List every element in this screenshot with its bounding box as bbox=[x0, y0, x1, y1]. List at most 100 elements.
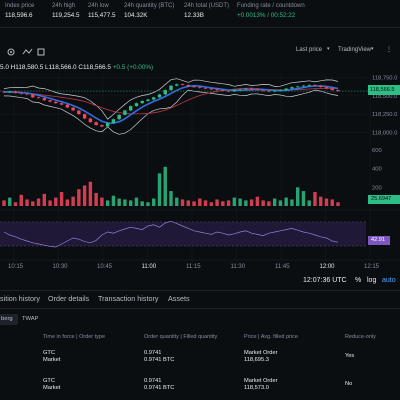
stat-24h-low: 24h low 115,477.5 bbox=[88, 3, 116, 19]
volume-tick-label: 600 bbox=[372, 148, 382, 154]
volume-bar bbox=[272, 198, 277, 206]
volume-bar bbox=[134, 197, 139, 206]
cell-quantity: 0.9741 0.9741 BTC bbox=[144, 350, 174, 364]
volume-bar bbox=[31, 201, 35, 206]
volume-bar bbox=[198, 198, 202, 206]
candle-body bbox=[249, 88, 254, 90]
time-tick-label: 10:30 bbox=[53, 264, 69, 270]
divider bbox=[0, 27, 400, 28]
volume-bar bbox=[59, 192, 64, 206]
candle-body bbox=[25, 93, 29, 95]
tab-position-history[interactable]: sition history bbox=[0, 294, 40, 303]
stat-label: 24h total (USDT) bbox=[184, 3, 230, 9]
volume-bar bbox=[324, 198, 329, 206]
candle-body bbox=[238, 89, 242, 91]
volume-bar bbox=[336, 202, 340, 206]
time-tick-label: 10:15 bbox=[8, 264, 24, 270]
candle-body bbox=[2, 91, 6, 93]
chart-toolbar: Last price ▾ TradingView ▾ ⋮ bbox=[0, 44, 400, 60]
volume-bar bbox=[54, 197, 58, 206]
candle-body bbox=[36, 97, 41, 99]
volume-bar bbox=[88, 181, 93, 206]
volume-bar bbox=[94, 192, 98, 206]
time-tick-label: 12:00 bbox=[320, 264, 336, 270]
cell-reduce-only: No bbox=[345, 381, 353, 387]
gear-icon[interactable] bbox=[7, 48, 15, 56]
tab-order-details[interactable]: Order details bbox=[48, 294, 89, 303]
candle-body bbox=[88, 118, 93, 123]
volume-bar bbox=[255, 196, 260, 206]
filled-value: 0.9741 BTC bbox=[144, 385, 175, 391]
candle-body bbox=[77, 110, 81, 115]
stat-label: Funding rate / countdown bbox=[237, 3, 305, 9]
column-header: Time in force | Order type bbox=[43, 334, 106, 340]
time-tick-label: 11:15 bbox=[186, 264, 201, 270]
volume-bar bbox=[278, 200, 283, 206]
candle-body bbox=[215, 89, 219, 91]
candle-body bbox=[209, 88, 214, 90]
volume-bar bbox=[117, 198, 121, 206]
table-row[interactable]: GTC Market 0.9741 0.9741 BTC Market Orde… bbox=[0, 378, 400, 400]
candle-body bbox=[123, 110, 127, 115]
last-price-dropdown[interactable]: Last price bbox=[296, 47, 322, 53]
candle-body bbox=[128, 106, 133, 111]
legend-low: L118,566.0 bbox=[45, 64, 77, 71]
subtab-iceberg[interactable]: berg bbox=[0, 314, 18, 325]
tab-transaction-history[interactable]: Transaction history bbox=[98, 294, 158, 303]
candle-body bbox=[31, 94, 35, 98]
price-chart[interactable]: 118,750.0118,500.0118,250.0118,000.06004… bbox=[0, 62, 400, 292]
volume-bar bbox=[313, 192, 317, 206]
percent-toggle[interactable]: % bbox=[355, 277, 361, 284]
candle-body bbox=[100, 125, 104, 127]
candle-body bbox=[307, 84, 311, 86]
volume-bar bbox=[215, 199, 219, 206]
volume-bar bbox=[290, 199, 294, 206]
volume-bar bbox=[284, 197, 288, 206]
volume-bar bbox=[226, 200, 231, 206]
order-type-filter: berg TWAP bbox=[0, 314, 400, 326]
volume-bar bbox=[307, 200, 311, 206]
candle-body bbox=[117, 114, 121, 120]
volume-bar bbox=[163, 166, 167, 206]
chevron-down-icon[interactable]: ▾ bbox=[371, 46, 374, 52]
ohlc-legend: 5.0 H118,580.5 L118,566.0 C118,566.5 +0.… bbox=[0, 64, 153, 71]
stat-funding-rate: Funding rate / countdown +0.0013% / 00:5… bbox=[237, 3, 305, 19]
cell-time-in-force: GTC Market bbox=[43, 350, 60, 364]
candle-body bbox=[313, 84, 317, 86]
ticker-bar: Index price 118,596.6 24h high 119,254.5… bbox=[0, 0, 400, 26]
fullscreen-icon[interactable] bbox=[37, 48, 45, 56]
cell-price: Market Order 118,695.3 bbox=[244, 350, 278, 364]
tradingview-dropdown[interactable]: TradingView bbox=[338, 47, 371, 53]
stat-value: 119,254.5 bbox=[52, 12, 80, 19]
rsi-tag: 42.91 bbox=[368, 236, 390, 245]
stat-value: 115,477.5 bbox=[88, 12, 116, 19]
candle-body bbox=[111, 119, 116, 123]
volume-bar bbox=[169, 191, 173, 206]
column-header: Order quantity | Filled quantity bbox=[144, 334, 218, 340]
volume-bar bbox=[186, 200, 190, 206]
candle-body bbox=[48, 100, 52, 102]
log-toggle[interactable]: log bbox=[367, 277, 376, 284]
volume-bar bbox=[146, 202, 150, 206]
chevron-down-icon[interactable]: ▾ bbox=[327, 46, 330, 52]
volume-bar bbox=[209, 202, 214, 206]
volume-tag: 25.6947 bbox=[368, 195, 400, 204]
stat-value: 12.33B bbox=[184, 12, 204, 19]
stat-value: 118,596.6 bbox=[5, 12, 33, 19]
indicators-icon[interactable] bbox=[22, 48, 33, 55]
subtab-twap[interactable]: TWAP bbox=[22, 314, 39, 325]
candle-body bbox=[152, 97, 156, 100]
tab-assets[interactable]: Assets bbox=[168, 294, 190, 303]
stat-24h-high: 24h high 119,254.5 bbox=[52, 3, 80, 19]
table-row[interactable]: GTC Market 0.9741 0.9741 BTC Market Orde… bbox=[0, 350, 400, 372]
auto-toggle[interactable]: auto bbox=[382, 277, 396, 284]
volume-bar bbox=[100, 197, 104, 206]
order-tabs: sition history Order details Transaction… bbox=[0, 291, 400, 308]
order-type-value: Market bbox=[43, 357, 61, 363]
more-icon[interactable]: ⋮ bbox=[386, 46, 392, 53]
candle-body bbox=[290, 87, 294, 89]
candle-body bbox=[13, 91, 18, 93]
cell-quantity: 0.9741 0.9741 BTC bbox=[144, 378, 174, 392]
volume-bar bbox=[128, 200, 133, 206]
volume-bar bbox=[82, 185, 87, 206]
